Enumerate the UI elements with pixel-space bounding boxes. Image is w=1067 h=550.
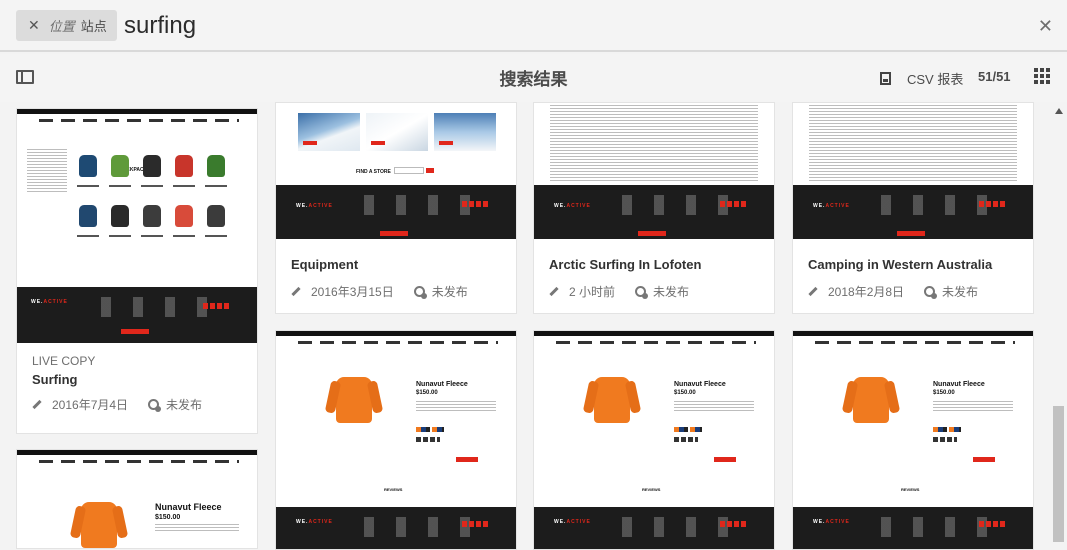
result-card[interactable]: Nunavut Fleece $150.00 REVIEWS WE.ACTIVE (533, 330, 775, 550)
x-icon[interactable]: ✕ (28, 17, 40, 34)
modified-date: 2 小时前 (569, 285, 616, 299)
report-icon (880, 72, 891, 85)
card-title: Camping in Western Australia (808, 257, 993, 272)
scrollbar-thumb[interactable] (1053, 406, 1064, 542)
result-card[interactable]: Nunavut Fleece $150.00 REVIEWS WE.ACTIVE (275, 330, 517, 550)
result-card[interactable]: Nunavut Fleece $150.00 REVIEWS WE.ACTIVE (792, 330, 1034, 550)
search-bar: ✕ 位置 站点 surfing ✕ (0, 0, 1067, 52)
modified-date: 2018年2月8日 (828, 285, 905, 299)
globe-icon (148, 399, 162, 412)
card-kicker: LIVE COPY (32, 354, 96, 368)
card-thumbnail: Nunavut Fleece $150.00 REVIEWS WE.ACTIVE (276, 331, 516, 549)
card-thumbnail: BACKPACKS WE.ACTIVE (17, 109, 257, 343)
result-card[interactable]: Nunavut Fleece $150.00 (16, 449, 258, 549)
fleece-image (81, 502, 117, 548)
backpack-image (175, 205, 193, 227)
fleece-image (336, 377, 372, 423)
find-store-heading: FIND A STORE (356, 169, 391, 175)
card-title: Equipment (291, 257, 359, 272)
card-thumbnail: FIND A STORE WE.ACTIVE (276, 103, 516, 239)
search-input[interactable]: surfing (124, 10, 196, 42)
card-title: Surfing (32, 372, 78, 387)
card-view-icon[interactable] (1034, 68, 1050, 84)
result-card[interactable]: FIND A STORE WE.ACTIVE Equipment 2016年3月… (275, 102, 517, 314)
backpack-image (207, 205, 225, 227)
card-thumbnail: WE.ACTIVE (793, 103, 1033, 239)
modified-date: 2016年3月15日 (311, 285, 394, 299)
tag-prefix: 位置 (48, 19, 75, 34)
backpack-image (111, 205, 129, 227)
fleece-image (853, 377, 889, 423)
action-bar: 搜索结果 CSV 报表 51/51 (0, 54, 1067, 102)
backpack-image (111, 155, 129, 177)
globe-icon (924, 286, 938, 299)
card-thumbnail: WE.ACTIVE (534, 103, 774, 239)
publish-status: 未发布 (431, 285, 468, 299)
card-title: Arctic Surfing In Lofoten (549, 257, 702, 272)
backpack-image (175, 155, 193, 177)
fleece-image (594, 377, 630, 423)
globe-icon (413, 286, 427, 299)
csv-report-button[interactable]: CSV 报表 (880, 69, 963, 88)
tag-label: 站点 (80, 19, 107, 34)
csv-report-label: CSV 报表 (907, 72, 964, 87)
card-thumbnail: Nunavut Fleece $150.00 REVIEWS WE.ACTIVE (534, 331, 774, 549)
publish-status: 未发布 (942, 285, 979, 299)
result-card[interactable]: WE.ACTIVE Camping in Western Australia 2… (792, 102, 1034, 314)
backpack-image (207, 155, 225, 177)
publish-status: 未发布 (166, 398, 203, 412)
card-thumbnail: Nunavut Fleece $150.00 (17, 450, 257, 548)
scroll-up-arrow-icon[interactable] (1055, 108, 1063, 114)
backpack-image (79, 155, 97, 177)
modified-date: 2016年7月4日 (52, 398, 129, 412)
pencil-icon (808, 286, 818, 297)
backpack-image (143, 155, 161, 177)
result-count: 51/51 (978, 69, 1011, 84)
backpack-image (143, 205, 161, 227)
globe-icon (635, 286, 649, 299)
result-card[interactable]: BACKPACKS WE.ACTIVE LIVE COPY Surfing 20… (16, 108, 258, 434)
card-thumbnail: Nunavut Fleece $150.00 REVIEWS WE.ACTIVE (793, 331, 1033, 549)
backpack-image (79, 205, 97, 227)
pencil-icon (291, 286, 301, 297)
close-icon[interactable]: ✕ (1038, 16, 1053, 37)
pencil-icon (549, 286, 559, 297)
publish-status: 未发布 (653, 285, 690, 299)
location-tag[interactable]: ✕ 位置 站点 (16, 10, 117, 41)
result-card[interactable]: WE.ACTIVE Arctic Surfing In Lofoten 2 小时… (533, 102, 775, 314)
pencil-icon (32, 399, 42, 410)
